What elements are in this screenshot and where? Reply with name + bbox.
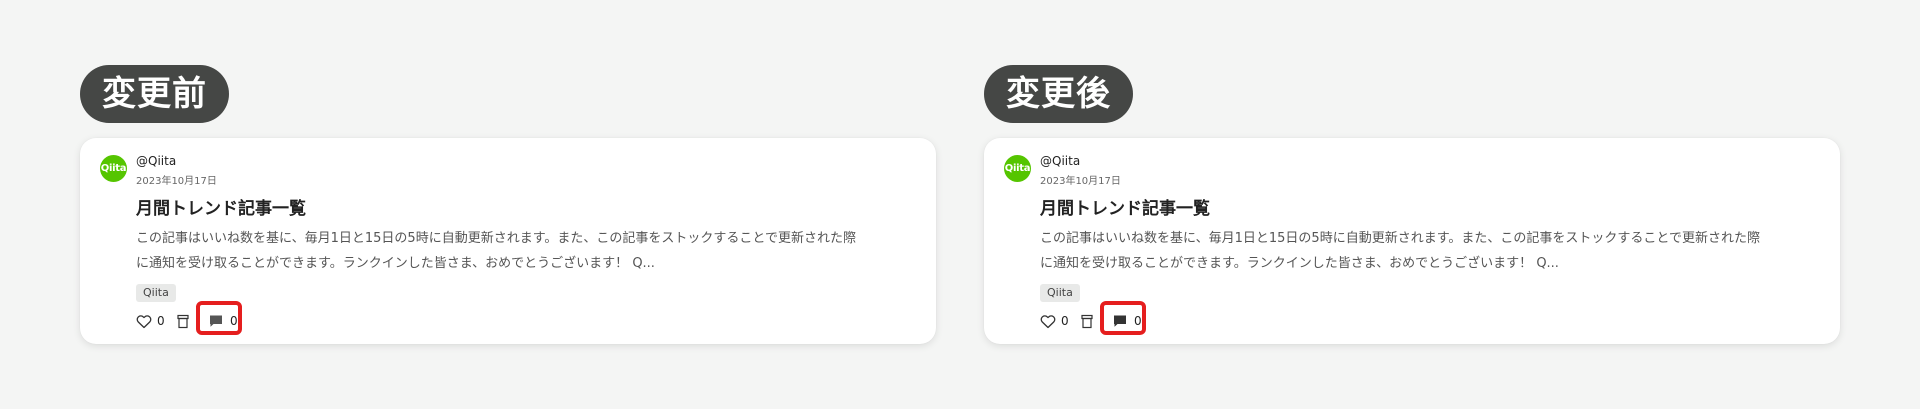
avatar[interactable]: Qiita (100, 155, 127, 182)
comment-highlight-box (1100, 301, 1146, 335)
article-card[interactable]: Qiita @Qiita 2023年10月17日 月間トレンド記事一覧 この記事… (80, 138, 936, 344)
username[interactable]: @Qiita (136, 154, 176, 168)
excerpt-line: この記事はいいね数を基に、毎月1日と15日の5時に自動更新されます。また、この記… (136, 231, 857, 246)
tag[interactable]: Qiita (136, 284, 176, 302)
post-date: 2023年10月17日 (1040, 176, 1121, 187)
heart-icon (1040, 315, 1056, 329)
likes-count: 0 (1061, 314, 1069, 328)
article-excerpt: この記事はいいね数を基に、毎月1日と15日の5時に自動更新されます。また、この記… (136, 226, 926, 276)
article-title[interactable]: 月間トレンド記事一覧 (1040, 194, 1210, 219)
username[interactable]: @Qiita (1040, 154, 1080, 168)
post-date: 2023年10月17日 (136, 176, 217, 187)
like-stat[interactable]: 0 (136, 312, 168, 330)
heart-icon (136, 315, 152, 329)
excerpt-line: に通知を受け取ることができます。ランクインした皆さま、おめでとうございます！ Q… (136, 256, 655, 271)
before-label: 変更前 (80, 65, 229, 123)
stock-stat[interactable]: 0 (1080, 312, 1100, 330)
article-excerpt: この記事はいいね数を基に、毎月1日と15日の5時に自動更新されます。また、この記… (1040, 226, 1830, 276)
excerpt-line: この記事はいいね数を基に、毎月1日と15日の5時に自動更新されます。また、この記… (1040, 231, 1761, 246)
article-card[interactable]: Qiita @Qiita 2023年10月17日 月間トレンド記事一覧 この記事… (984, 138, 1840, 344)
tag[interactable]: Qiita (1040, 284, 1080, 302)
after-panel: 変更後 Qiita @Qiita 2023年10月17日 月間トレンド記事一覧 … (984, 0, 1840, 409)
comment-highlight-box (196, 301, 242, 335)
stock-icon (1081, 314, 1093, 329)
like-stat[interactable]: 0 (1040, 312, 1072, 330)
likes-count: 0 (157, 314, 165, 328)
stock-stat[interactable]: 0 (176, 312, 196, 330)
excerpt-line: に通知を受け取ることができます。ランクインした皆さま、おめでとうございます！ Q… (1040, 256, 1559, 271)
article-title[interactable]: 月間トレンド記事一覧 (136, 194, 306, 219)
stock-icon (177, 314, 189, 329)
avatar[interactable]: Qiita (1004, 155, 1031, 182)
after-label: 変更後 (984, 65, 1133, 123)
before-panel: 変更前 Qiita @Qiita 2023年10月17日 月間トレンド記事一覧 … (80, 0, 936, 409)
